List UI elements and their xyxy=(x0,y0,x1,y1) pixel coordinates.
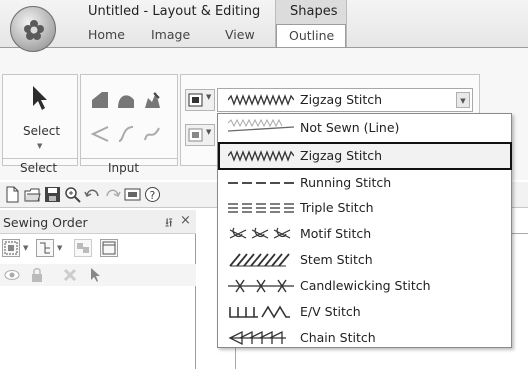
input-group xyxy=(80,74,178,166)
layout-button[interactable] xyxy=(100,239,118,257)
title-bar xyxy=(0,0,528,47)
help-icon[interactable]: ? xyxy=(144,186,161,203)
option-label: Stem Stitch xyxy=(300,252,373,267)
zoom-icon[interactable] xyxy=(64,186,81,203)
line-option-button[interactable]: ▼ xyxy=(185,124,215,146)
sort-dropdown-icon[interactable]: ▼ xyxy=(57,244,62,252)
sewing-order-toolbar: ▼ ▼ xyxy=(0,236,196,260)
input-group-label: Input xyxy=(108,161,140,175)
stitch-option-triple[interactable]: Triple Stitch xyxy=(220,196,510,220)
sort-icon xyxy=(40,242,50,254)
tab-outline[interactable]: Outline xyxy=(276,24,346,48)
eye-icon[interactable] xyxy=(4,268,20,282)
zigzag-stitch-icon xyxy=(228,94,294,106)
line-option-icon xyxy=(188,128,203,142)
window-title: Untitled - Layout & Editing xyxy=(88,4,261,19)
ev-stitch-icon xyxy=(229,305,290,319)
context-tab-label: Shapes xyxy=(290,4,338,19)
stitch-option-chain[interactable]: Chain Stitch xyxy=(220,326,510,350)
line-color-dropdown-icon: ▼ xyxy=(206,93,212,101)
save-icon[interactable] xyxy=(44,186,61,203)
straight-line-icon[interactable] xyxy=(90,124,110,144)
sewing-order-toolbar-2 xyxy=(0,264,196,286)
stitch-option-running[interactable]: Running Stitch xyxy=(220,171,510,195)
not-sewn-line-icon xyxy=(228,119,294,132)
merge-button[interactable] xyxy=(74,239,92,257)
straight-line-shape-icon[interactable] xyxy=(90,90,110,110)
curve-shape-icon[interactable] xyxy=(116,90,136,110)
display-icon[interactable] xyxy=(124,186,141,203)
group-divider xyxy=(80,158,178,159)
open-file-icon[interactable] xyxy=(24,186,41,203)
stitch-option-not-sewn[interactable]: Not Sewn (Line) xyxy=(220,116,510,140)
option-label: Triple Stitch xyxy=(300,200,374,215)
undo-icon[interactable] xyxy=(84,186,101,203)
freehand-line-icon[interactable] xyxy=(142,124,162,144)
combo-dropdown-arrow-icon[interactable]: ▼ xyxy=(456,92,470,108)
motif-stitch-icon xyxy=(229,227,291,239)
candlewicking-stitch-icon xyxy=(228,279,294,293)
option-label: Motif Stitch xyxy=(300,226,372,241)
option-label: E/V Stitch xyxy=(300,304,361,319)
group-divider xyxy=(2,158,78,159)
merge-icon xyxy=(77,243,89,253)
tab-view[interactable]: View xyxy=(225,27,255,42)
sewing-order-pane: Sewing Order ⭿ × ▼ ▼ xyxy=(0,210,196,369)
sewing-order-header: Sewing Order ⭿ × xyxy=(0,210,196,234)
zigzag-stitch-icon xyxy=(228,150,294,162)
select-button-label[interactable]: Select xyxy=(23,124,60,138)
freehand-shape-icon[interactable] xyxy=(142,90,162,110)
stitch-option-stem[interactable]: Stem Stitch xyxy=(220,248,510,272)
stitch-type-dropdown: Not Sewn (Line) Zigzag Stitch Running St… xyxy=(217,113,512,348)
pin-icon[interactable]: ⭿ xyxy=(165,214,173,235)
application-menu-button[interactable] xyxy=(10,6,56,52)
close-icon[interactable]: × xyxy=(180,213,191,228)
line-color-icon xyxy=(188,93,203,107)
select-group-label: Select xyxy=(20,161,58,175)
frame-view-icon xyxy=(4,241,18,255)
stem-stitch-icon xyxy=(229,253,290,267)
sort-button[interactable] xyxy=(36,239,54,257)
line-color-button[interactable]: ▼ xyxy=(185,89,215,111)
chain-stitch-icon xyxy=(228,330,286,346)
option-label: Candlewicking Stitch xyxy=(300,278,431,293)
curve-line-icon[interactable] xyxy=(116,124,136,144)
line-sew-type-combo[interactable]: Zigzag Stitch ▼ xyxy=(217,88,473,112)
triple-stitch-icon xyxy=(228,203,294,213)
tab-image[interactable]: Image xyxy=(151,27,190,42)
option-label: Chain Stitch xyxy=(300,330,376,345)
option-label: Zigzag Stitch xyxy=(300,148,383,163)
line-sew-type-value: Zigzag Stitch xyxy=(300,92,383,107)
frame-view-button[interactable] xyxy=(2,239,20,257)
sewing-order-title: Sewing Order xyxy=(3,215,88,230)
redo-icon[interactable] xyxy=(104,186,121,203)
line-option-dropdown-icon: ▼ xyxy=(206,128,212,136)
lock-icon[interactable] xyxy=(30,267,44,283)
select-arrow-icon[interactable] xyxy=(30,84,50,112)
new-file-icon[interactable] xyxy=(4,186,21,203)
stitch-option-motif[interactable]: Motif Stitch xyxy=(220,222,510,246)
frame-view-dropdown-icon[interactable]: ▼ xyxy=(23,244,28,252)
tab-home[interactable]: Home xyxy=(88,27,125,42)
svg-text:?: ? xyxy=(150,189,156,202)
option-label: Not Sewn (Line) xyxy=(300,120,400,135)
pointer-icon[interactable] xyxy=(88,267,102,283)
delete-icon[interactable] xyxy=(62,267,78,283)
running-stitch-icon xyxy=(228,182,294,184)
select-dropdown-arrow-icon[interactable]: ▼ xyxy=(37,142,42,150)
stitch-option-ev[interactable]: E/V Stitch xyxy=(220,300,510,324)
stitch-option-candlewicking[interactable]: Candlewicking Stitch xyxy=(220,274,510,298)
flower-logo-icon xyxy=(24,20,44,40)
layout-icon xyxy=(102,241,116,255)
stitch-option-zigzag[interactable]: Zigzag Stitch xyxy=(218,142,512,170)
option-label: Running Stitch xyxy=(300,175,392,190)
